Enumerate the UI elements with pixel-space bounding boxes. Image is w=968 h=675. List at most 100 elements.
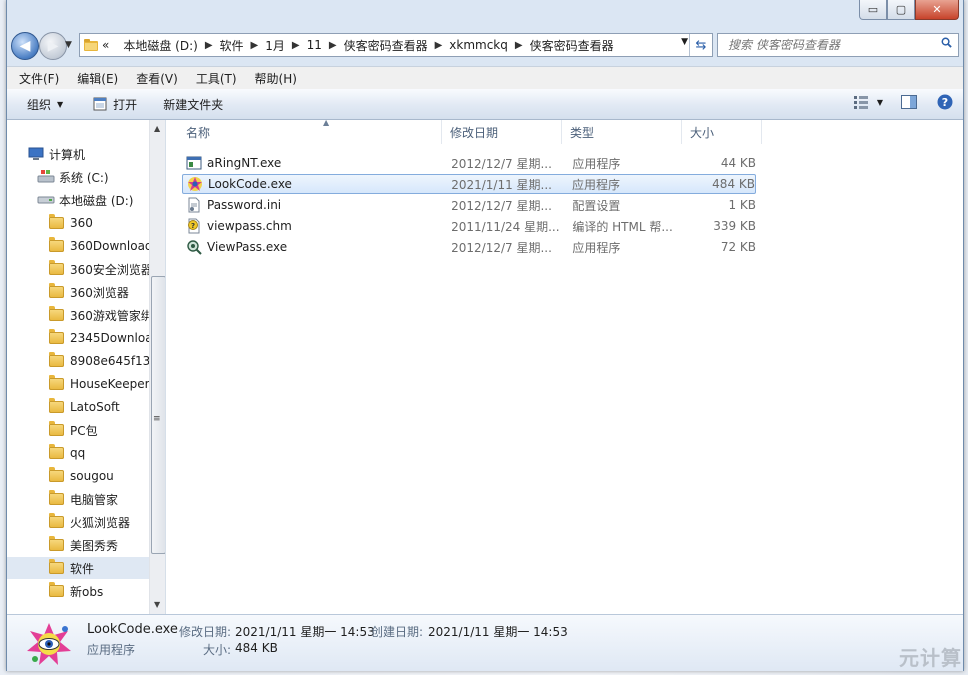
sidebar-item-label: 2345Downloa (70, 331, 153, 345)
breadcrumb-item[interactable]: 侠客密码查看器 (344, 37, 428, 54)
new-folder-button[interactable]: 新建文件夹 (155, 96, 231, 113)
column-header-type[interactable]: 类型 (562, 120, 682, 144)
details-size-label: 大小: (203, 643, 232, 657)
menu-view[interactable]: 查看(V) (130, 70, 184, 87)
breadcrumb-item[interactable]: 软件 (220, 37, 244, 54)
folder-icon (49, 398, 64, 413)
sidebar-folder[interactable]: HouseKeeper (7, 373, 165, 395)
folder-icon (49, 513, 64, 528)
details-created-label: 创建日期: (371, 625, 424, 639)
sidebar-item-drive-c[interactable]: 系统 (C:) (7, 166, 165, 188)
file-row[interactable]: aRingNT.exe 2012/12/7 星期... 应用程序 44 KB (182, 153, 756, 173)
file-row-selected[interactable]: LookCode.exe 2021/1/11 星期... 应用程序 484 KB (182, 174, 756, 194)
menu-tools[interactable]: 工具(T) (190, 70, 243, 87)
breadcrumb-overflow[interactable]: « (102, 38, 109, 52)
sidebar-scrollbar[interactable]: ▲ ≡ ▼ (149, 120, 165, 614)
folder-icon (49, 375, 64, 390)
sidebar-folder[interactable]: PC包 (7, 419, 165, 441)
back-arrow-icon: ◀ (19, 38, 31, 54)
details-modified-value: 2021/1/11 星期一 14:53 (235, 625, 375, 639)
sidebar-folder[interactable]: sougou (7, 465, 165, 487)
file-row[interactable]: ? viewpass.chm 2011/11/24 星期... 编译的 HTML… (182, 216, 756, 236)
breadcrumb-separator-icon[interactable]: ▶ (205, 40, 213, 51)
refresh-button[interactable]: ⇆ (689, 34, 712, 56)
sidebar-folder[interactable]: 360 (7, 212, 165, 234)
sidebar-item-label: 360 (70, 216, 93, 230)
sidebar-folder[interactable]: 新obs (7, 580, 165, 602)
close-button[interactable]: ✕ (915, 0, 959, 20)
sidebar-folder[interactable]: qq (7, 442, 165, 464)
minimize-button[interactable]: ▭ (859, 0, 887, 20)
chevron-down-icon: ▼ (65, 40, 72, 50)
refresh-icon: ⇆ (695, 37, 707, 53)
sidebar-folder[interactable]: 360浏览器 (7, 281, 165, 303)
breadcrumb-separator-icon[interactable]: ▶ (515, 40, 523, 51)
menu-bar: 文件(F) 编辑(E) 查看(V) 工具(T) 帮助(H) (7, 66, 963, 89)
file-name: Password.ini (207, 198, 282, 212)
svg-text:?: ? (191, 222, 195, 230)
search-box[interactable] (717, 33, 959, 57)
column-header-size[interactable]: 大小 (682, 120, 762, 144)
sidebar-folder[interactable]: 美图秀秀 (7, 534, 165, 556)
column-header-name[interactable]: 名称 ▲ (178, 118, 442, 144)
menu-help[interactable]: 帮助(H) (249, 70, 303, 87)
open-button[interactable]: 打开 (85, 96, 145, 113)
sidebar-folder[interactable]: 360Download (7, 235, 165, 257)
details-type: 应用程序 (87, 643, 136, 657)
file-row[interactable]: Password.ini 2012/12/7 星期... 配置设置 1 KB (182, 195, 756, 215)
sidebar-folder-selected[interactable]: 软件 (7, 557, 165, 579)
sidebar-folder[interactable]: 360游戏管家绑 (7, 304, 165, 326)
back-button[interactable]: ◀ (11, 32, 39, 60)
menu-file[interactable]: 文件(F) (13, 70, 65, 87)
scroll-up-icon[interactable]: ▲ (154, 124, 160, 133)
folder-icon (84, 39, 98, 51)
file-row[interactable]: ViewPass.exe 2012/12/7 星期... 应用程序 72 KB (182, 237, 756, 257)
sidebar-folder[interactable]: LatoSoft (7, 396, 165, 418)
sidebar-folder[interactable]: 电脑管家 (7, 488, 165, 510)
help-icon[interactable]: ? (937, 94, 953, 110)
lookcode-large-icon (27, 623, 71, 665)
breadcrumb-separator-icon[interactable]: ▶ (292, 40, 300, 51)
breadcrumb-separator-icon[interactable]: ▶ (251, 40, 259, 51)
explorer-window: ▭ ▢ ✕ ◀ ▶ ▼ « 本地磁盘 (D:) ▶ 软件 ▶ 1月 ▶ 11 ▶… (6, 0, 964, 671)
sidebar-item-computer[interactable]: 计算机 (7, 143, 165, 165)
search-input[interactable] (726, 37, 940, 53)
column-header-modified[interactable]: 修改日期 (442, 120, 562, 144)
organize-button[interactable]: 组织 ▼ (19, 96, 71, 113)
folder-icon (49, 283, 64, 298)
sidebar-folder[interactable]: 360安全浏览器 (7, 258, 165, 280)
sort-ascending-icon: ▲ (323, 118, 330, 127)
preview-pane-icon[interactable] (901, 95, 917, 109)
sidebar-folder[interactable]: 火狐浏览器 (7, 511, 165, 533)
address-dropdown-icon[interactable]: ▼ (681, 37, 688, 47)
sidebar-item-drive-d[interactable]: 本地磁盘 (D:) (7, 189, 165, 211)
address-bar[interactable]: « 本地磁盘 (D:) ▶ 软件 ▶ 1月 ▶ 11 ▶ 侠客密码查看器 ▶ x… (79, 33, 713, 57)
view-options-icon[interactable] (853, 95, 869, 109)
folder-icon (49, 306, 64, 321)
file-modified: 2012/12/7 星期... (451, 240, 552, 255)
breadcrumb-item[interactable]: xkmmckq (449, 38, 508, 52)
breadcrumb-item[interactable]: 侠客密码查看器 (530, 37, 614, 54)
maximize-button[interactable]: ▢ (887, 0, 915, 20)
search-icon[interactable] (941, 37, 952, 48)
breadcrumb-separator-icon[interactable]: ▶ (329, 40, 337, 51)
viewpass-app-icon (187, 240, 202, 255)
breadcrumb-item[interactable]: 1月 (265, 37, 285, 54)
breadcrumb-item[interactable]: 11 (307, 38, 322, 52)
details-created-value: 2021/1/11 星期一 14:53 (428, 625, 568, 639)
chevron-down-icon[interactable]: ▼ (877, 98, 883, 107)
file-modified: 2012/12/7 星期... (451, 198, 552, 213)
breadcrumb-separator-icon[interactable]: ▶ (435, 40, 443, 51)
menu-edit[interactable]: 编辑(E) (71, 70, 124, 87)
file-size: 484 KB (712, 177, 755, 191)
recent-pages-dropdown[interactable]: ▼ (65, 40, 72, 50)
sidebar-folder[interactable]: 8908e645f138 (7, 350, 165, 372)
forward-button[interactable]: ▶ (39, 32, 67, 60)
breadcrumb-item[interactable]: 本地磁盘 (D:) (123, 37, 197, 54)
sidebar-item-label: 计算机 (49, 147, 86, 162)
forward-arrow-icon: ▶ (47, 38, 59, 54)
scroll-down-icon[interactable]: ▼ (154, 600, 160, 609)
file-modified: 2011/11/24 星期... (451, 219, 560, 234)
file-name: aRingNT.exe (207, 156, 282, 170)
sidebar-folder[interactable]: 2345Downloa (7, 327, 165, 349)
